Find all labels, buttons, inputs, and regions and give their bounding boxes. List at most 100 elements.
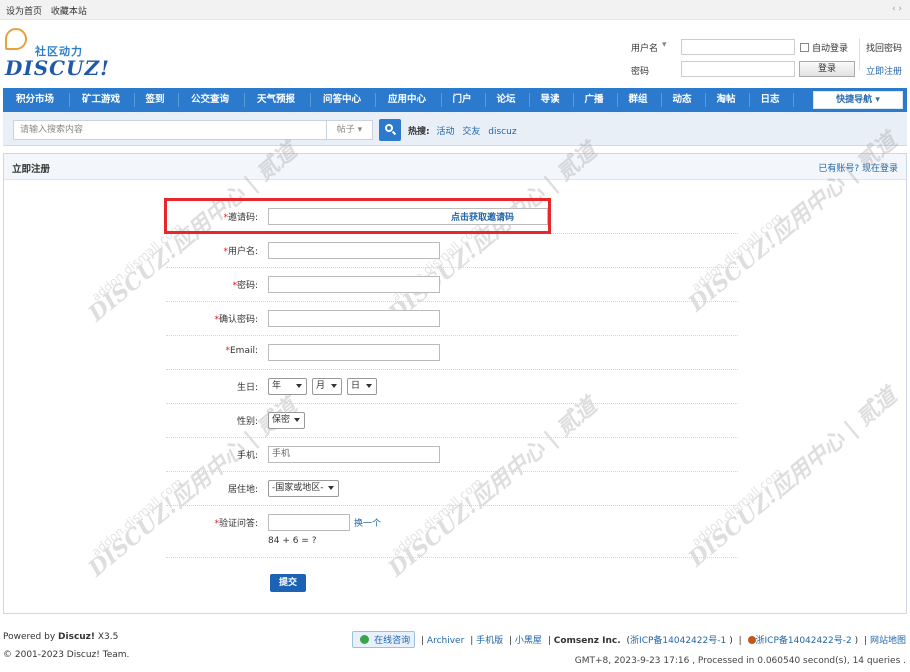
- footer-divider: |: [547, 636, 551, 646]
- icp-link-2[interactable]: 浙ICP备14042422号-2: [756, 636, 852, 646]
- chevron-down-icon: ▾: [357, 125, 363, 135]
- form-row-password: *密码:: [166, 268, 738, 302]
- username-label: 用户名: [631, 44, 659, 54]
- nav-item-groups[interactable]: 群组: [621, 88, 655, 112]
- hot-item-discuz[interactable]: discuz: [488, 127, 516, 137]
- powered-version: X3.5: [95, 632, 119, 642]
- nav-divider: [375, 93, 376, 107]
- confirm-password-input[interactable]: [268, 310, 440, 327]
- nav-divider: [178, 93, 179, 107]
- residence-label: 居住地:: [227, 485, 258, 495]
- logo-bubble-icon: [5, 28, 27, 50]
- nav-item-app-center[interactable]: 应用中心: [379, 88, 435, 112]
- chevron-down-icon: ▾: [875, 95, 880, 105]
- search-type-label: 帖子: [336, 125, 355, 135]
- nav-divider: [244, 93, 245, 107]
- nav-item-guide[interactable]: 导读: [533, 88, 567, 112]
- birth-year-select[interactable]: 年: [268, 378, 307, 395]
- quick-nav-button[interactable]: 快捷导航 ▾: [813, 91, 903, 109]
- bookmark-link[interactable]: 收藏本站: [51, 7, 87, 17]
- copyright: © 2001-2023 Discuz! Team.: [3, 650, 130, 660]
- chevron-down-icon: [366, 384, 372, 388]
- nav-item-miner-game[interactable]: 矿工游戏: [73, 88, 129, 112]
- site-logo[interactable]: 社区动力 DISCUZ!: [5, 28, 109, 80]
- icp-link-1[interactable]: 浙ICP备14042422号-1: [630, 636, 726, 646]
- nav-item-broadcast[interactable]: 广播: [577, 88, 611, 112]
- nav-item-weather[interactable]: 天气预报: [248, 88, 304, 112]
- hot-item-friends[interactable]: 交友: [462, 127, 480, 137]
- username-field-label: *用户名:: [166, 244, 258, 257]
- chevron-down-icon: [294, 418, 300, 422]
- username-field-label-text: 用户名:: [227, 247, 258, 257]
- police-badge-icon: [747, 636, 756, 644]
- footer-left: Powered by Discuz! X3.5 © 2001-2023 Disc…: [3, 632, 129, 660]
- nav-item-qa[interactable]: 问答中心: [314, 88, 370, 112]
- login-password-input[interactable]: [681, 61, 795, 77]
- find-password-link[interactable]: 找回密码: [866, 41, 902, 54]
- powered-brand-link[interactable]: Discuz!: [58, 632, 95, 642]
- login-now-link[interactable]: 已有账号? 现在登录: [818, 161, 898, 174]
- blackroom-link[interactable]: 小黑屋: [515, 636, 542, 646]
- captcha-label: *验证问答:: [166, 516, 258, 529]
- password-label: 密码: [631, 67, 650, 77]
- form-row-residence: 居住地: -国家或地区-: [166, 472, 738, 506]
- footer-divider: |: [864, 636, 868, 646]
- birth-month-select[interactable]: 月: [312, 378, 342, 395]
- nav-divider: [705, 93, 706, 107]
- form-row-birthday: 生日: 年 月 日: [166, 370, 738, 404]
- register-link[interactable]: 立即注册: [866, 64, 902, 77]
- online-consult-label: 在线咨询: [374, 636, 411, 646]
- search-input[interactable]: 请输入搜索内容: [13, 120, 327, 140]
- nav-divider: [485, 93, 486, 107]
- mobile-version-link[interactable]: 手机版: [476, 636, 503, 646]
- captcha-input[interactable]: [268, 514, 350, 531]
- invite-highlight-box: [164, 198, 551, 234]
- gender-label: 性别:: [236, 417, 258, 427]
- login-button[interactable]: 登录: [799, 61, 855, 77]
- form-row-email: *Email:: [166, 336, 738, 370]
- processing-info: GMT+8, 2023-9-23 17:16 , Processed in 0.…: [574, 656, 906, 666]
- gender-select[interactable]: 保密: [268, 412, 305, 429]
- nav-item-bus-query[interactable]: 公交查询: [182, 88, 238, 112]
- search-icon-handle: [391, 130, 397, 136]
- email-input[interactable]: [268, 344, 440, 361]
- username-dropdown-icon[interactable]: ▾: [662, 40, 667, 50]
- password-input[interactable]: [268, 276, 440, 293]
- birth-day-select[interactable]: 日: [347, 378, 377, 395]
- nav-item-portal[interactable]: 门户: [445, 88, 479, 112]
- nav-item-points-market[interactable]: 积分市场: [7, 88, 63, 112]
- nav-divider: [661, 93, 662, 107]
- login-username-input[interactable]: [681, 39, 795, 55]
- quick-nav-label: 快捷导航: [836, 95, 873, 105]
- submit-button[interactable]: 提交: [270, 574, 306, 592]
- powered-prefix: Powered by: [3, 632, 59, 642]
- hot-item-activity[interactable]: 活动: [436, 127, 454, 137]
- company-link[interactable]: Comsenz Inc.: [554, 636, 621, 646]
- hot-searches: 热搜: 活动 交友 discuz: [408, 124, 522, 137]
- logo-en-text: DISCUZ!: [5, 56, 110, 80]
- search-button[interactable]: [379, 119, 401, 141]
- form-row-captcha: *验证问答: 换一个 84 + 6 = ?: [166, 506, 738, 558]
- sitemap-link[interactable]: 网站地图: [870, 636, 906, 646]
- username-input[interactable]: [268, 242, 440, 259]
- nav-item-collection[interactable]: 淘帖: [709, 88, 743, 112]
- nav-item-signin[interactable]: 签到: [138, 88, 172, 112]
- footer-divider: |: [738, 636, 742, 646]
- nav-item-forum[interactable]: 论坛: [489, 88, 523, 112]
- top-bar: 设为首页 收藏本站 ‹ ›: [0, 0, 910, 20]
- set-home-link[interactable]: 设为首页: [6, 7, 42, 17]
- nav-item-feed[interactable]: 动态: [665, 88, 699, 112]
- login-form: 用户名 ▾ 自动登录 找回密码 密码 登录 立即注册: [628, 38, 908, 82]
- switch-width-icon[interactable]: ‹ ›: [892, 4, 902, 14]
- nav-divider: [441, 93, 442, 107]
- search-type-select[interactable]: 帖子 ▾: [327, 120, 373, 140]
- captcha-refresh-link[interactable]: 换一个: [354, 516, 381, 529]
- captcha-question: 84 + 6 = ?: [268, 536, 317, 546]
- nav-item-blog[interactable]: 日志: [753, 88, 787, 112]
- online-consult-button[interactable]: 在线咨询: [352, 631, 416, 648]
- auto-login-checkbox[interactable]: [800, 43, 809, 52]
- residence-select[interactable]: -国家或地区-: [268, 480, 339, 497]
- mobile-input[interactable]: 手机: [268, 446, 440, 463]
- nav-divider: [134, 93, 135, 107]
- archiver-link[interactable]: Archiver: [427, 636, 464, 646]
